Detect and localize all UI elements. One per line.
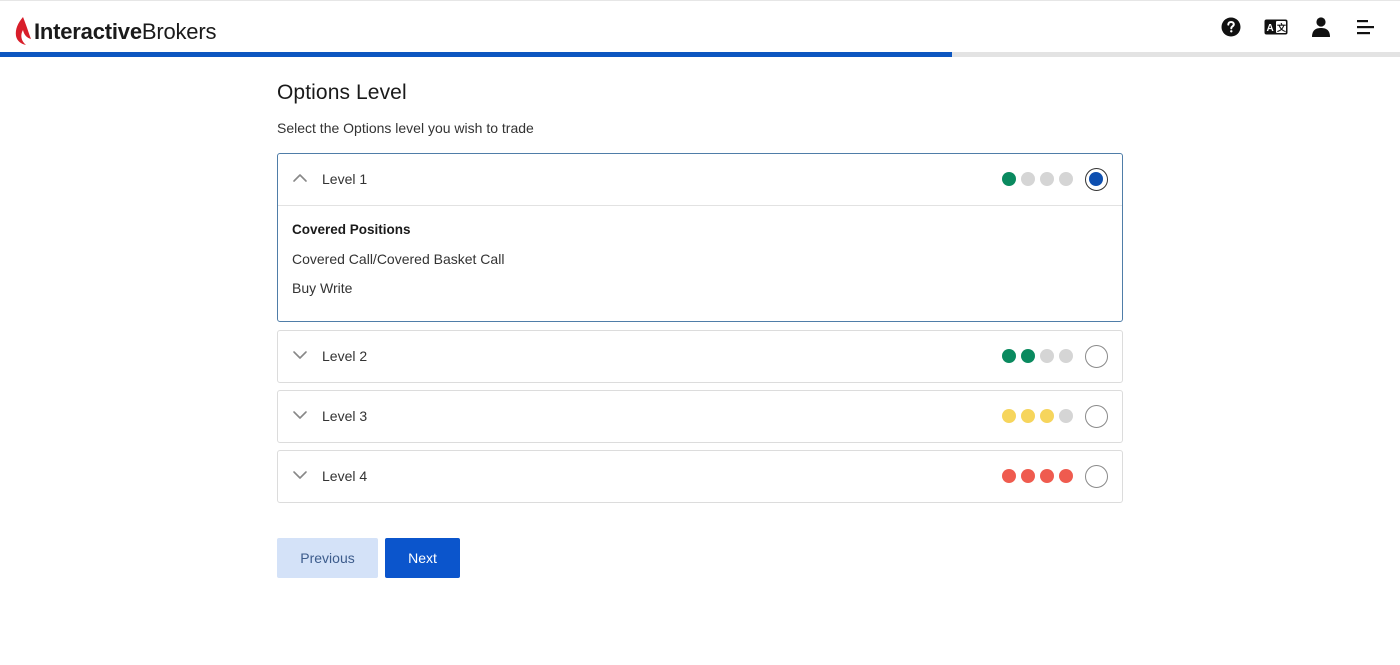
chevron-down-icon[interactable] (292, 349, 308, 361)
risk-dot (1040, 349, 1054, 363)
level-panel-4: Level 4 (277, 450, 1123, 503)
level-header-4[interactable]: Level 4 (278, 451, 1122, 502)
risk-indicator (1002, 172, 1078, 186)
level-header-2[interactable]: Level 2 (278, 331, 1122, 382)
logo-text-light: Brokers (141, 19, 217, 44)
risk-dot (1002, 349, 1016, 363)
risk-indicator (1002, 469, 1078, 483)
risk-dot (1021, 349, 1035, 363)
progress-bar (0, 52, 1400, 57)
language-icon[interactable]: A 文 (1264, 15, 1288, 39)
page-title: Options Level (277, 81, 407, 104)
level-header-3[interactable]: Level 3 (278, 391, 1122, 442)
user-icon[interactable] (1309, 15, 1333, 39)
level-label: Level 1 (322, 171, 368, 187)
level-details-1: Covered Positions Covered Call/Covered B… (278, 205, 1122, 321)
risk-dot (1021, 469, 1035, 483)
risk-dot (1059, 349, 1073, 363)
top-header: InteractiveBrokers A 文 (0, 0, 1400, 52)
level-label: Level 4 (322, 468, 368, 484)
details-item: Covered Call/Covered Basket Call (292, 251, 505, 267)
risk-dot (1002, 172, 1016, 186)
next-button[interactable]: Next (385, 538, 460, 578)
risk-dot (1040, 409, 1054, 423)
level-radio-2[interactable] (1085, 345, 1108, 368)
interactive-brokers-logo[interactable]: InteractiveBrokers (14, 13, 216, 45)
menu-icon[interactable] (1354, 15, 1378, 39)
risk-indicator (1002, 409, 1078, 423)
risk-dot (1059, 172, 1073, 186)
svg-text:文: 文 (1276, 22, 1287, 34)
logo-flame-icon (15, 17, 31, 45)
chevron-down-icon[interactable] (292, 469, 308, 481)
previous-button[interactable]: Previous (277, 538, 378, 578)
level-panel-3: Level 3 (277, 390, 1123, 443)
progress-bar-fill (0, 52, 952, 57)
risk-dot (1059, 469, 1073, 483)
options-level-form: Options Level Select the Options level y… (277, 80, 1123, 137)
level-label: Level 2 (322, 348, 368, 364)
level-radio-3[interactable] (1085, 405, 1108, 428)
risk-dot (1002, 469, 1016, 483)
level-panel-1: Level 1 Covered Positions Covered Call/C… (277, 153, 1123, 322)
page-subtitle: Select the Options level you wish to tra… (277, 120, 534, 136)
level-radio-4[interactable] (1085, 465, 1108, 488)
details-heading: Covered Positions (292, 222, 411, 237)
details-item: Buy Write (292, 280, 353, 296)
risk-dot (1002, 409, 1016, 423)
risk-dot (1040, 469, 1054, 483)
risk-dot (1021, 409, 1035, 423)
risk-dot (1040, 172, 1054, 186)
level-panel-2: Level 2 (277, 330, 1123, 383)
chevron-down-icon[interactable] (292, 409, 308, 421)
risk-indicator (1002, 349, 1078, 363)
chevron-up-icon[interactable] (292, 172, 308, 184)
risk-dot (1021, 172, 1035, 186)
risk-dot (1059, 409, 1073, 423)
logo-text-bold: Interactive (34, 19, 142, 44)
svg-text:A: A (1267, 23, 1274, 34)
level-label: Level 3 (322, 408, 368, 424)
level-radio-1[interactable] (1085, 168, 1108, 191)
level-header-1[interactable]: Level 1 (278, 154, 1122, 205)
help-icon[interactable] (1219, 15, 1243, 39)
